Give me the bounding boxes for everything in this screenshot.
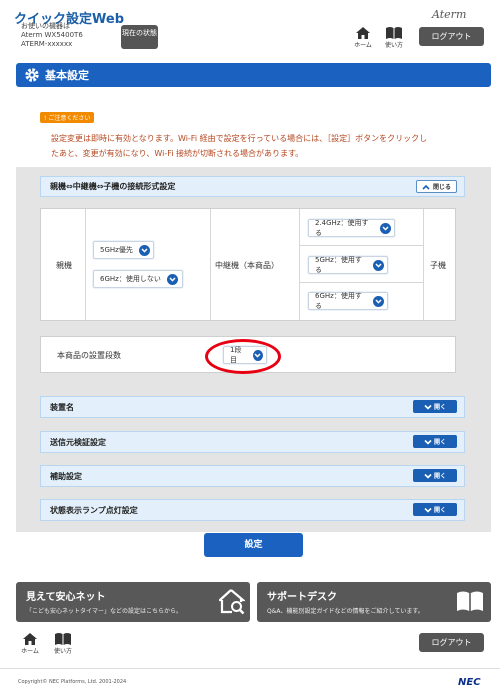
repeater-6ghz-select[interactable]: 6GHz：使用する [308,292,388,310]
footer-divider [0,668,500,669]
device-ssid: ATERM-xxxxxx [21,40,73,48]
status-button[interactable]: 現在の状態 [121,25,158,49]
footer-logout-button[interactable]: ログアウト [419,633,484,652]
chevron-down-icon [373,259,384,271]
footer-help-label: 使い方 [53,648,72,655]
logout-button[interactable]: ログアウト [419,27,484,46]
home-icon [356,27,370,39]
gear-icon [25,68,39,82]
aterm-logo: Aterm [432,8,467,21]
house-search-icon [219,589,245,615]
chevron-down-icon [424,473,432,479]
notice-badge-label: ご注意ください [48,115,91,122]
device-label: お使いの機器は [21,22,70,30]
chevron-down-icon [424,507,432,513]
collapse-button[interactable]: 閉じる [415,180,457,193]
help-label: 使い方 [384,42,403,49]
book-icon [386,27,402,39]
chevron-up-icon [422,184,430,190]
section-aux-title: 補助設定 [50,471,82,481]
repeater-24ghz-select[interactable]: 2.4GHz：使用する [308,219,395,237]
stage-label: 本商品の設置段数 [57,351,121,360]
chevron-down-icon [424,439,432,445]
expand-button[interactable]: 開く [413,435,457,448]
notice-line-2: たあと、変更が有効になり、Wi-Fi 接続が切断される場合があります。 [51,149,304,158]
expand-button[interactable]: 開く [413,400,457,413]
footer-help-nav[interactable]: 使い方 [52,632,74,655]
expand-label: 開く [433,439,446,446]
support-desk-desc: Q&A、機能別設定ガイドなどの情報をご紹介しています。 [267,608,424,615]
section-lamp[interactable]: 状態表示ランプ点灯設定 開く [40,499,465,521]
mieru-anshin-desc: 「こども安心ネットタイマー」などの設定はこちらから。 [26,608,183,615]
notice-line-1: 設定変更は即時に有効となります。Wi-Fi 経由で設定を行っている場合には、［設… [51,134,428,143]
expand-label: 開く [433,473,446,480]
notice-badge: ! ご注意ください [40,112,95,123]
book-icon [55,633,71,645]
support-desk-title: サポートデスク [267,592,337,603]
device-model: Aterm WX5400T6 [21,31,83,39]
expand-button[interactable]: 開く [413,503,457,516]
notice-text: 設定変更は即時に有効となります。Wi-Fi 経由で設定を行っている場合には、［設… [51,131,465,161]
book-icon [457,591,483,611]
nec-logo: NEC [458,677,481,688]
section-connection-title: 親機⇔中継機⇔子機の接続形式設定 [50,182,176,191]
mieru-anshin-card[interactable]: 見えて安心ネット 「こども安心ネットタイマー」などの設定はこちらから。 [16,582,250,622]
section-source-verify[interactable]: 送信元検証設定 開く [40,431,465,453]
section-source-verify-title: 送信元検証設定 [50,437,106,447]
page-title: 基本設定 [45,69,89,82]
section-connection-header[interactable]: 親機⇔中継機⇔子機の接続形式設定 閉じる [40,176,465,197]
collapse-label: 閉じる [432,184,451,191]
chevron-down-icon [380,222,391,234]
device-info: お使いの機器は Aterm WX5400T6 ATERM-xxxxxx [21,22,83,49]
home-icon [23,633,37,645]
warning-icon: ! [44,115,47,122]
highlight-circle [205,339,281,374]
expand-button[interactable]: 開く [413,469,457,482]
copyright: Copyright© NEC Platforms, Ltd. 2001-2024 [18,679,127,685]
support-desk-card[interactable]: サポートデスク Q&A、機能別設定ガイドなどの情報をご紹介しています。 [257,582,491,622]
parent-band-select[interactable]: 5GHz優先 [93,241,154,259]
section-lamp-title: 状態表示ランプ点灯設定 [50,505,138,515]
repeater-24ghz-value: 2.4GHz：使用する [315,219,369,237]
mieru-anshin-title: 見えて安心ネット [26,592,106,603]
chevron-down-icon [424,404,432,410]
chevron-down-icon [166,273,178,285]
expand-label: 開く [433,507,446,514]
parent-label: 親機 [56,261,72,270]
section-aux[interactable]: 補助設定 開く [40,465,465,487]
chevron-down-icon [138,244,150,256]
section-device-name[interactable]: 装置名 開く [40,396,465,418]
expand-label: 開く [433,404,446,411]
footer-home-label: ホーム [21,648,39,655]
page-title-bar: 基本設定 [16,63,491,87]
set-button[interactable]: 設定 [204,533,303,557]
section-device-name-title: 装置名 [50,402,74,412]
child-label: 子機 [430,261,446,270]
parent-6ghz-value: 6GHz：使用しない [100,275,161,283]
connection-table: 親機 5GHz優先 6GHz：使用しない 中継機（本商品） 2.4GHz：使用す… [40,208,456,321]
repeater-5ghz-select[interactable]: 5GHz：使用する [308,256,388,274]
repeater-5ghz-value: 5GHz：使用する [315,256,362,274]
footer-home-nav[interactable]: ホーム [19,632,41,655]
parent-6ghz-select[interactable]: 6GHz：使用しない [93,270,183,288]
notice-box: ! ご注意ください 設定変更は即時に有効となります。Wi-Fi 経由で設定を行っ… [40,105,465,162]
repeater-6ghz-value: 6GHz：使用する [315,292,362,310]
repeater-label: 中継機（本商品） [215,261,279,270]
home-label: ホーム [354,42,372,49]
home-nav[interactable]: ホーム [352,26,374,49]
chevron-down-icon [373,295,384,307]
parent-band-value: 5GHz優先 [100,246,133,254]
help-nav[interactable]: 使い方 [383,26,405,49]
